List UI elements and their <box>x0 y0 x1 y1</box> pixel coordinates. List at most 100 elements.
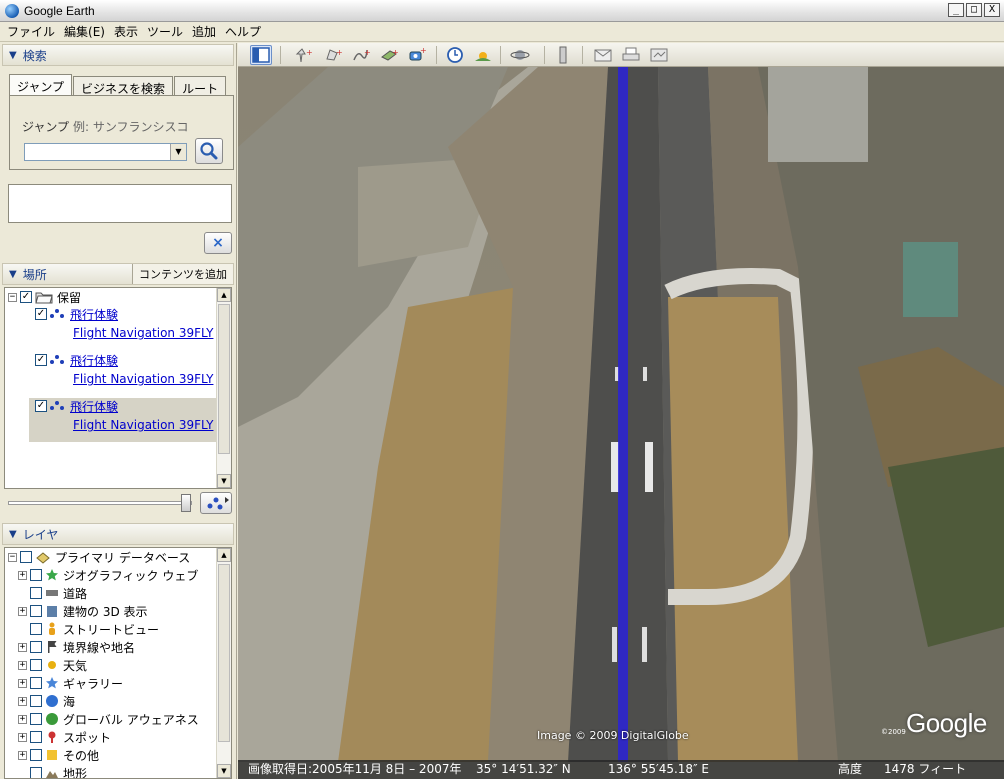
layer-row[interactable]: + ジオグラフィック ウェブ <box>18 567 198 583</box>
places-scrollbar[interactable]: ▲ ▼ <box>216 288 231 488</box>
menu-view[interactable]: 表示 <box>111 22 144 41</box>
sunlight-button[interactable] <box>472 45 494 65</box>
layer-row[interactable]: + 境界線や地名 <box>18 639 135 655</box>
places-panel-header[interactable]: ▼ 場所 コンテンツを追加 <box>2 263 234 285</box>
layer-row[interactable]: + その他 <box>18 747 99 763</box>
historical-imagery-button[interactable] <box>444 45 466 65</box>
clear-search-button[interactable]: × <box>204 232 232 254</box>
places-folder-row[interactable]: − ✓ 保留 <box>8 289 81 305</box>
scroll-thumb[interactable] <box>218 304 230 454</box>
longitude-readout: 136° 55′45.18″ E <box>608 762 709 776</box>
maximize-button[interactable]: □ <box>966 3 982 17</box>
place-checkbox[interactable]: ✓ <box>35 354 47 366</box>
expand-icon[interactable]: + <box>18 678 27 688</box>
layer-checkbox[interactable] <box>30 695 42 707</box>
layer-checkbox[interactable] <box>20 551 32 563</box>
place-checkbox[interactable]: ✓ <box>35 400 47 412</box>
layer-row[interactable]: 地形 <box>18 765 87 778</box>
layer-row[interactable]: 道路 <box>18 585 87 601</box>
tab-find-business[interactable]: ビジネスを検索 <box>73 76 174 96</box>
fly-to-input[interactable]: ▼ <box>24 143 187 161</box>
collapse-icon[interactable]: − <box>8 292 17 302</box>
view-in-maps-button[interactable] <box>648 45 670 65</box>
expand-icon[interactable]: + <box>18 696 27 706</box>
layer-row[interactable]: + ギャラリー <box>18 675 123 691</box>
layers-scrollbar[interactable]: ▲ ▼ <box>216 548 231 778</box>
print-button[interactable] <box>620 45 642 65</box>
expand-icon[interactable]: + <box>18 714 27 724</box>
layer-row[interactable]: + 建物の 3D 表示 <box>18 603 148 619</box>
tab-directions[interactable]: ルート <box>174 76 227 96</box>
layer-checkbox[interactable] <box>30 767 42 778</box>
place-item-row[interactable]: ✓ 飛行体験 <box>35 306 118 322</box>
place-subtitle-link[interactable]: Flight Navigation 39FLY <box>73 372 213 386</box>
dropdown-arrow-icon[interactable]: ▼ <box>170 144 186 160</box>
layer-checkbox[interactable] <box>30 677 42 689</box>
aerial-imagery[interactable] <box>238 67 1004 762</box>
place-title-link[interactable]: 飛行体験 <box>70 398 118 415</box>
expand-icon[interactable]: + <box>18 570 27 580</box>
layer-row[interactable]: + 海 <box>18 693 75 709</box>
layer-checkbox[interactable] <box>30 569 42 581</box>
layer-root-row[interactable]: − プライマリ データベース <box>8 549 190 565</box>
scroll-down-icon[interactable]: ▼ <box>217 764 231 778</box>
place-checkbox[interactable]: ✓ <box>35 308 47 320</box>
layer-checkbox[interactable] <box>30 749 42 761</box>
place-item-row[interactable]: ✓ 飛行体験 <box>35 352 118 368</box>
menu-file[interactable]: ファイル <box>4 22 61 41</box>
ruler-button[interactable] <box>552 45 574 65</box>
menu-help[interactable]: ヘルプ <box>222 22 267 41</box>
layer-row[interactable]: + グローバル アウェアネス <box>18 711 199 727</box>
earth-view[interactable]: Image © 2009 DigitalGlobe ©2009 Google <box>238 67 1004 762</box>
scroll-down-icon[interactable]: ▼ <box>217 474 231 488</box>
menu-tools[interactable]: ツール <box>144 22 189 41</box>
scroll-up-icon[interactable]: ▲ <box>217 288 231 302</box>
layer-row[interactable]: + スポット <box>18 729 111 745</box>
search-button[interactable] <box>195 138 223 164</box>
opacity-slider-knob[interactable] <box>181 494 191 512</box>
add-path-button[interactable]: + <box>350 45 372 65</box>
layer-row[interactable]: + 天気 <box>18 657 87 673</box>
expand-icon[interactable]: + <box>18 660 27 670</box>
opacity-slider-track[interactable] <box>8 501 192 505</box>
minimize-button[interactable]: _ <box>948 3 964 17</box>
layer-row[interactable]: ストリートビュー <box>18 621 159 637</box>
play-tour-button[interactable] <box>200 492 232 514</box>
menu-edit[interactable]: 編集(E) <box>61 22 111 41</box>
menu-add[interactable]: 追加 <box>189 22 222 41</box>
email-button[interactable] <box>592 45 614 65</box>
add-overlay-button[interactable]: + <box>378 45 400 65</box>
place-title-link[interactable]: 飛行体験 <box>70 306 118 323</box>
sidebar-toggle-button[interactable] <box>250 45 272 65</box>
layer-checkbox[interactable] <box>30 713 42 725</box>
place-subtitle-link[interactable]: Flight Navigation 39FLY <box>73 418 213 432</box>
scroll-up-icon[interactable]: ▲ <box>217 548 231 562</box>
close-window-button[interactable]: X <box>984 3 1000 17</box>
expand-icon[interactable]: + <box>18 732 27 742</box>
layers-panel-header[interactable]: ▼ レイヤ <box>2 523 234 545</box>
layer-checkbox[interactable] <box>30 587 42 599</box>
search-panel-header[interactable]: ▼ 検索 <box>2 44 234 66</box>
place-item-row[interactable]: ✓ 飛行体験 <box>35 398 118 414</box>
search-results-box[interactable] <box>8 184 232 223</box>
add-placemark-button[interactable]: + <box>292 45 314 65</box>
layer-checkbox[interactable] <box>30 605 42 617</box>
place-subtitle-link[interactable]: Flight Navigation 39FLY <box>73 326 213 340</box>
planet-switch-button[interactable] <box>510 45 532 65</box>
tab-fly-to[interactable]: ジャンプ <box>9 74 73 96</box>
layer-checkbox[interactable] <box>30 641 42 653</box>
collapse-icon[interactable]: − <box>8 552 17 562</box>
fly-to-label-text: ジャンプ <box>22 120 70 134</box>
expand-icon[interactable]: + <box>18 642 27 652</box>
layer-checkbox[interactable] <box>30 623 42 635</box>
expand-icon[interactable]: + <box>18 606 27 616</box>
folder-checkbox[interactable]: ✓ <box>20 291 32 303</box>
scroll-thumb[interactable] <box>218 564 230 742</box>
add-polygon-button[interactable]: + <box>322 45 344 65</box>
expand-icon[interactable]: + <box>18 750 27 760</box>
add-content-button[interactable]: コンテンツを追加 <box>132 264 233 284</box>
layer-checkbox[interactable] <box>30 731 42 743</box>
layer-checkbox[interactable] <box>30 659 42 671</box>
place-title-link[interactable]: 飛行体験 <box>70 352 118 369</box>
record-tour-button[interactable]: + <box>406 45 428 65</box>
